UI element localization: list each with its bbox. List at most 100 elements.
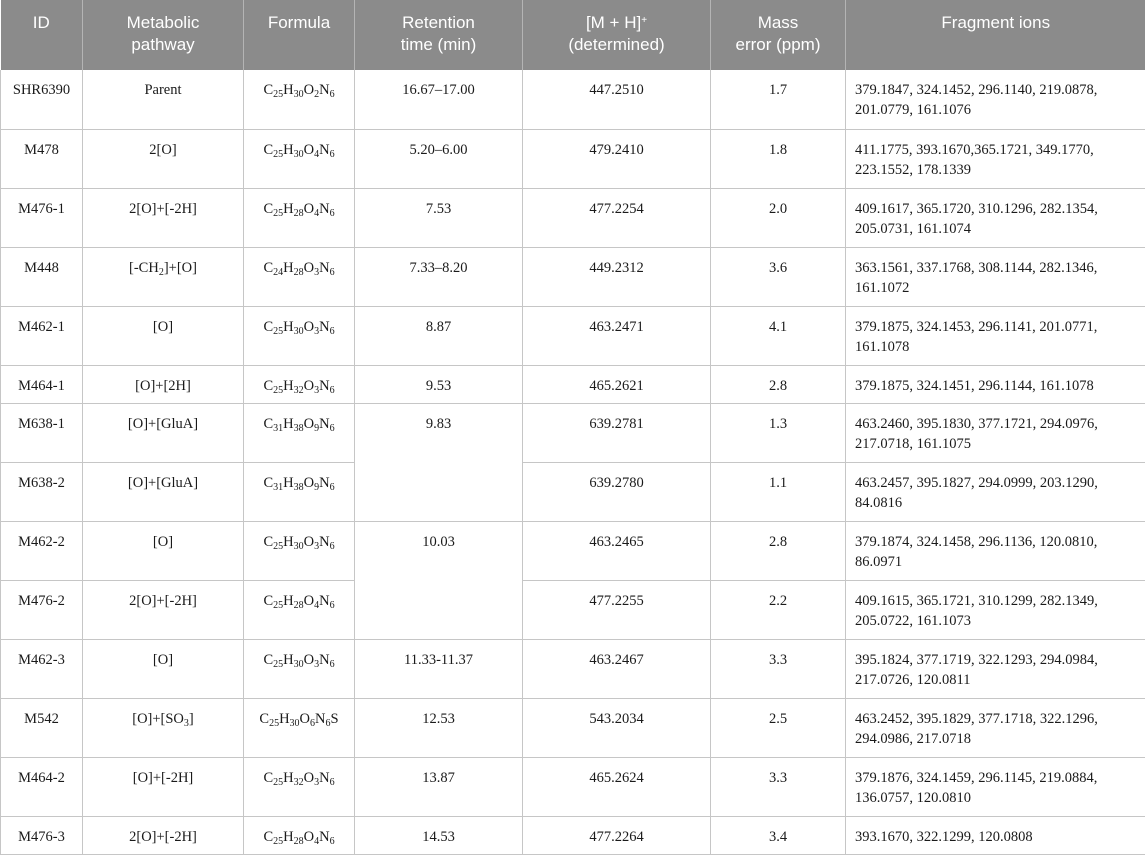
id-text: M638-2 (18, 474, 65, 491)
formula-element: O (303, 533, 315, 550)
formula-subscript: 38 (293, 422, 304, 434)
cell-retention-time: 12.53 (354, 698, 523, 758)
mass-error-text: 1.3 (768, 415, 788, 432)
cell-id: M462-3 (0, 639, 83, 699)
mass-error-text: 3.3 (768, 769, 788, 786)
mass-error-text: 2.2 (768, 592, 788, 609)
formula-element: C (259, 710, 270, 727)
cell-fragment-ions: 363.1561, 337.1768, 308.1144, 282.1346, … (845, 247, 1145, 307)
cell-pathway: [O]+[-2H] (82, 757, 244, 817)
formula-subscript: 25 (273, 89, 284, 100)
pathway-text: [O]+[2H] (135, 377, 191, 394)
formula-subscript: 6 (329, 481, 335, 493)
retention-time-text: 7.53 (425, 200, 452, 217)
header-mh: [M + H]+ (determined) (522, 0, 711, 70)
mh-text: 447.2510 (589, 82, 644, 98)
cell-pathway: 2[O]+[-2H] (82, 188, 244, 248)
formula-subscript: 6 (329, 599, 335, 611)
formula-subscript: 25 (269, 717, 280, 729)
retention-time-text: 8.87 (425, 318, 452, 335)
pathway-text: 2[O] (149, 141, 177, 158)
formula-element: N (319, 200, 330, 217)
cell-pathway: [O]+[GluA] (82, 462, 244, 522)
cell-retention-time: 10.03 (354, 521, 523, 640)
formula-subscript: 31 (273, 422, 284, 434)
cell-id: M638-1 (0, 403, 83, 463)
formula-subscript: 6 (329, 207, 335, 219)
mass-error-text: 1.7 (768, 82, 788, 98)
cell-formula: C25H28O4N6 (243, 580, 355, 640)
formula-element: H (283, 318, 294, 335)
formula-element: N (319, 82, 330, 98)
formula-subscript: 25 (273, 599, 284, 611)
fragment-ions-text: 409.1617, 365.1720, 310.1296, 282.1354, … (855, 200, 1098, 237)
formula-subscript: 6 (329, 384, 335, 396)
pathway-text: ]+[O] (163, 259, 197, 276)
retention-time-text: 14.53 (422, 828, 455, 845)
cell-retention-time: 9.53 (354, 365, 523, 404)
formula-element: N (319, 377, 330, 394)
cell-formula: C25H30O4N6 (243, 129, 355, 189)
cell-retention-time: 7.33–8.20 (354, 247, 523, 307)
id-text: SHR6390 (12, 82, 71, 98)
formula-element: H (283, 415, 294, 432)
formula-subscript: 25 (273, 658, 284, 670)
pathway-text: [O]+[SO (132, 710, 184, 727)
cell-formula: C31H38O9N6 (243, 462, 355, 522)
formula-element: N (319, 318, 330, 335)
cell-mass-error: 2.8 (710, 365, 846, 404)
formula-element: C (263, 318, 274, 335)
cell-id: M478 (0, 129, 83, 189)
fragment-ions-text: 363.1561, 337.1768, 308.1144, 282.1346, … (855, 259, 1098, 296)
pathway-text: [O]+[GluA] (127, 474, 199, 491)
mass-error-text: 2.0 (768, 200, 788, 217)
formula-element: H (283, 828, 294, 845)
table-row: M638-2 [O]+[GluA] C31H38O9N6 639.2780 1.1 463… (0, 462, 1145, 522)
formula-subscript: 25 (273, 835, 284, 847)
cell-mh: 477.2255 (522, 580, 711, 640)
cell-mass-error: 2.2 (710, 580, 846, 640)
formula-element: O (303, 592, 315, 609)
mh-text: 477.2264 (589, 828, 644, 845)
cell-pathway: 2[O]+[-2H] (82, 816, 244, 855)
retention-time-text: 9.53 (425, 377, 452, 394)
retention-time-text: 16.67–17.00 (402, 82, 475, 98)
fragment-ions-text: 393.1670, 322.1299, 120.0808 (855, 828, 1033, 845)
formula-subscript: 30 (289, 717, 300, 729)
cell-fragment-ions: 379.1874, 324.1458, 296.1136, 120.0810, … (845, 521, 1145, 581)
mh-text: 639.2780 (589, 474, 644, 491)
cell-fragment-ions: 463.2457, 395.1827, 294.0999, 203.1290, … (845, 462, 1145, 522)
cell-pathway: [O]+[2H] (82, 365, 244, 404)
cell-mh: 463.2465 (522, 521, 711, 581)
id-text: M464-1 (18, 377, 65, 394)
header-retention-time: Retention time (min) (354, 0, 523, 70)
id-text: M476-2 (18, 592, 65, 609)
mass-error-text: 1.1 (768, 474, 788, 491)
pathway-text: 2[O]+[-2H] (129, 200, 197, 217)
cell-mh: 477.2254 (522, 188, 711, 248)
formula-element: H (283, 377, 294, 394)
cell-fragment-ions: 379.1875, 324.1453, 296.1141, 201.0771, … (845, 306, 1145, 366)
formula-subscript: 25 (273, 776, 284, 788)
formula-element: N (319, 474, 330, 491)
pathway-text: [O] (152, 651, 174, 668)
table-body: SHR6390 Parent C25H30O2N6 16.67–17.00 447.25… (0, 70, 1145, 855)
formula-subscript: 32 (293, 776, 304, 788)
retention-time-text: 10.03 (422, 533, 455, 550)
formula-element: O (303, 141, 315, 158)
retention-time-text: 7.33–8.20 (409, 259, 468, 276)
pathway-text: 2[O]+[-2H] (129, 828, 197, 845)
cell-mass-error: 3.6 (710, 247, 846, 307)
formula-element: C (263, 828, 274, 845)
pathway-text: [O]+[-2H] (132, 769, 194, 786)
retention-time-text: 11.33-11.37 (403, 651, 473, 668)
cell-formula: C25H30O3N6 (243, 639, 355, 699)
cell-retention-time: 9.83 (354, 403, 523, 522)
formula-subscript: 6 (329, 540, 335, 552)
cell-pathway: 2[O]+[-2H] (82, 580, 244, 640)
formula-subscript: 32 (293, 384, 304, 396)
formula-element: H (283, 592, 294, 609)
cell-mass-error: 1.3 (710, 403, 846, 463)
retention-time-text: 12.53 (422, 710, 455, 727)
cell-pathway: [-CH2]+[O] (82, 247, 244, 307)
